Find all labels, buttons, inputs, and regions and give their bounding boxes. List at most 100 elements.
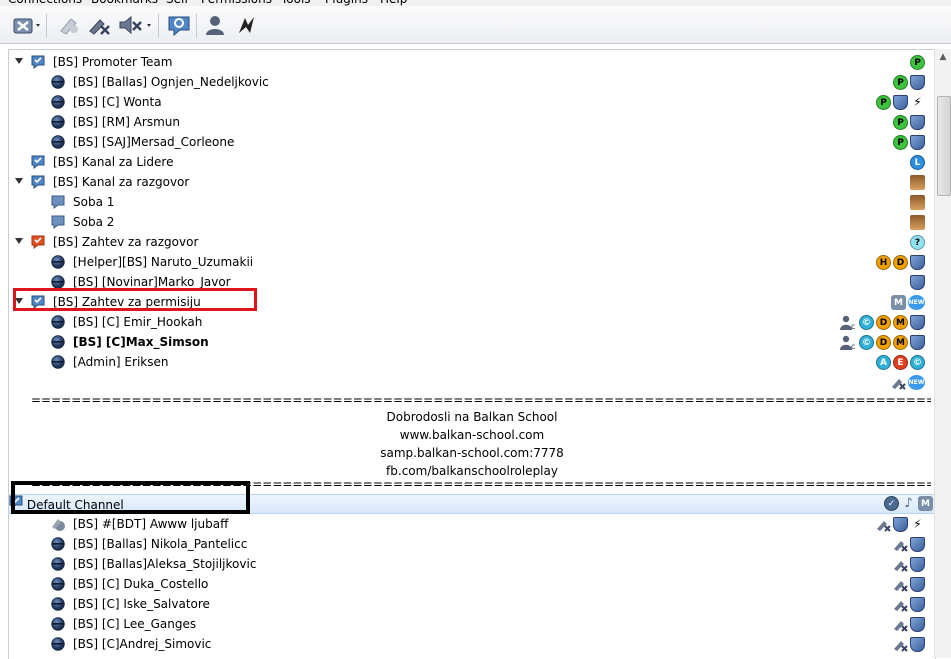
mute-speakers-button[interactable]	[116, 12, 156, 38]
contacts-button[interactable]	[203, 12, 229, 38]
new-icon: NEW	[908, 295, 925, 310]
row-status-icons	[893, 557, 925, 572]
banner-line-2: www.balkan-school.com	[399, 428, 545, 442]
contact-icon: c	[840, 335, 857, 351]
subchannel-row[interactable]: Soba 2	[9, 212, 935, 232]
client-row[interactable]: [BS] #[BDT] Awww ljubaff ⚡	[9, 514, 935, 534]
client-icon	[51, 557, 65, 571]
muted-icon	[892, 379, 906, 390]
client-row[interactable]: [BS] [RM] Arsmun P	[9, 112, 935, 132]
chat-icon	[168, 16, 190, 37]
badge-e-icon: E	[893, 355, 908, 370]
muted-icon	[894, 541, 908, 552]
client-row[interactable]: [BS] [Ballas] Nikola_Pantelicc	[9, 534, 935, 554]
client-row[interactable]: [BS] [C] Duka_Costello	[9, 574, 935, 594]
scroll-thumb[interactable]	[937, 96, 951, 196]
client-label: [BS] [C]Max_Simson	[73, 335, 209, 349]
banner-line-4: fb.com/balkanschoolroleplay	[386, 464, 558, 478]
client-row[interactable]: [BS] [C]Andrej_Simovic	[9, 634, 935, 654]
scroll-up-icon[interactable]: ▲	[938, 52, 948, 62]
client-row[interactable]: [BS] [C] Iske_Salvatore	[9, 594, 935, 614]
shield-icon	[910, 617, 925, 632]
client-icon	[51, 75, 65, 89]
client-row[interactable]: [Helper][BS] Naruto_Uzumakii H D	[9, 252, 935, 272]
client-row[interactable]: [BS] [SAJ]Mersad_Corleone P	[9, 132, 935, 152]
channel-row[interactable]: [BS] Kanal za razgovor	[9, 172, 935, 192]
shield-icon	[910, 637, 925, 652]
channel-row[interactable]: [BS] Kanal za Lidere L	[9, 152, 935, 172]
channel-avatar-icon	[910, 175, 925, 190]
row-status-icons: L	[910, 155, 925, 170]
svg-text:c: c	[851, 342, 855, 350]
muted-icon	[894, 561, 908, 572]
badge-l-icon: L	[910, 155, 925, 170]
client-icon	[51, 115, 65, 129]
toolbar	[0, 6, 951, 44]
client-row[interactable]: [BS] [C] Wonta P ⚡	[9, 92, 935, 112]
client-label: [BS] [SAJ]Mersad_Corleone	[73, 135, 235, 149]
subchannel-row[interactable]: Soba 1	[9, 192, 935, 212]
contacts-icon	[206, 16, 224, 35]
status-row[interactable]: NEW	[9, 372, 935, 392]
channel-row[interactable]: [BS] Zahtev za razgovor?	[9, 232, 935, 252]
row-status-icons: c © D M	[840, 315, 925, 331]
subchannel-icon	[51, 195, 65, 209]
row-status-icons: P	[910, 55, 925, 70]
client-icon	[51, 577, 65, 591]
badge-question-icon: ?	[910, 235, 925, 250]
shield-icon	[893, 517, 908, 532]
client-label: [BS] [C] Lee_Ganges	[73, 617, 197, 631]
client-row[interactable]: [BS] [C] Emir_Hookah c © D M	[9, 312, 935, 332]
whisper-icon	[239, 17, 254, 33]
channel-icon	[31, 155, 45, 169]
badge-m-icon: M	[893, 315, 908, 330]
mute-speakers-icon	[119, 15, 151, 35]
channel-row[interactable]: [BS] Promoter Team P	[9, 52, 935, 72]
row-status-icons	[910, 275, 925, 290]
channel-label: [BS] Kanal za razgovor	[53, 175, 190, 189]
muted-icon	[894, 601, 908, 612]
row-status-icons	[893, 637, 925, 652]
mute-microphone-icon	[89, 19, 110, 35]
client-row[interactable]: [BS] [Ballas] Ognjen_Nedeljkovic P	[9, 72, 935, 92]
highlight-box-black	[11, 481, 250, 514]
expand-arrow-icon[interactable]	[15, 178, 23, 184]
row-status-icons: NEW	[891, 375, 925, 390]
client-label: [BS] [Ballas]Aleksa_Stojiljkovic	[73, 557, 257, 571]
client-label: [BS] [C] Wonta	[73, 95, 162, 109]
badge-p-icon: P	[876, 95, 891, 110]
row-status-icons	[893, 537, 925, 552]
client-label: Soba 2	[73, 215, 115, 229]
disconnect-button[interactable]	[10, 12, 44, 38]
channel-tree[interactable]: ========================================…	[8, 49, 936, 659]
client-row[interactable]: [BS] [C] Lee_Ganges	[9, 614, 935, 634]
row-status-icons: P ⚡	[876, 95, 925, 110]
mute-microphone-button[interactable]	[86, 12, 112, 38]
client-label: Soba 1	[73, 195, 115, 209]
chat-button[interactable]	[165, 12, 193, 38]
channel-label: [BS] Zahtev za razgovor	[53, 235, 199, 249]
client-row[interactable]: [Admin] Eriksen A E ©	[9, 352, 935, 372]
channel-label: [BS] Promoter Team	[53, 55, 173, 69]
muted-icon	[894, 581, 908, 592]
subchannel-icon	[51, 215, 65, 229]
shield-icon	[910, 275, 925, 290]
away-client-icon	[52, 519, 65, 531]
client-label: [Helper][BS] Naruto_Uzumakii	[73, 255, 254, 269]
toolbar-separator	[46, 14, 47, 38]
channel-avatar-icon	[910, 195, 925, 210]
tree-scrollbar[interactable]: ▲	[934, 49, 951, 658]
shield-icon	[910, 75, 925, 90]
away-button[interactable]	[56, 12, 82, 38]
client-row[interactable]: [BS] [Ballas]Aleksa_Stojiljkovic	[9, 554, 935, 574]
expand-arrow-icon[interactable]	[15, 58, 23, 64]
row-status-icons: HD	[876, 255, 925, 270]
client-row[interactable]: [BS] [C]Max_Simson c © D M	[9, 332, 935, 352]
client-label: [BS] [Ballas] Ognjen_Nedeljkovic	[73, 75, 269, 89]
client-label: [BS] [C] Emir_Hookah	[73, 315, 203, 329]
shield-icon	[910, 135, 925, 150]
shield-icon	[910, 537, 925, 552]
expand-arrow-icon[interactable]	[15, 238, 23, 244]
badge-p-icon: P	[893, 75, 908, 90]
whisper-button[interactable]	[233, 12, 259, 38]
